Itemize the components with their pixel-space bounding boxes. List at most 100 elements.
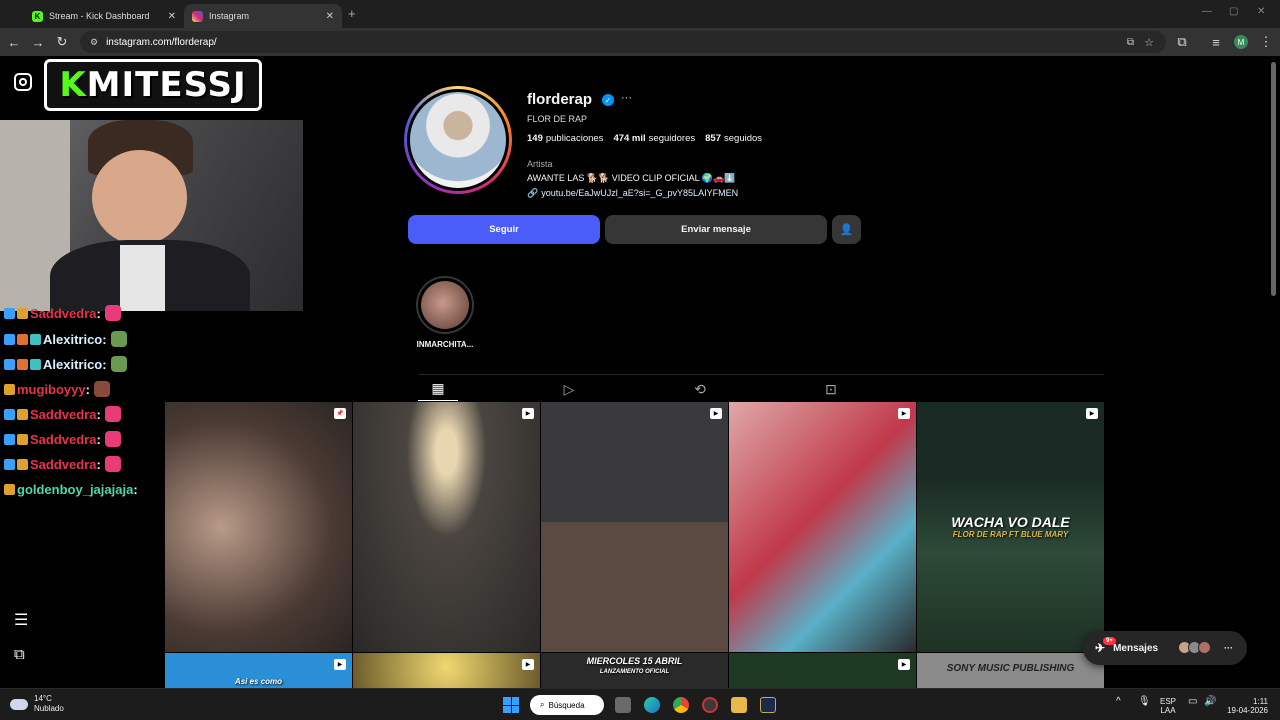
options-icon[interactable]: ···	[621, 92, 632, 104]
tab-posts-grid-icon[interactable]: ▦	[418, 377, 458, 401]
chat-username: Saddvedra	[30, 456, 97, 472]
site-info-icon[interactable]: ⚙	[90, 37, 98, 48]
suggested-users-button[interactable]: 👤	[832, 215, 861, 244]
messages-label: Mensajes	[1113, 642, 1159, 654]
minimize-icon[interactable]: —	[1202, 6, 1212, 17]
badge-icon	[4, 333, 15, 345]
recent-chat-avatars	[1178, 641, 1211, 654]
badge-icon	[17, 358, 28, 370]
streamer-logo: K MITESSJ	[44, 59, 262, 111]
show-hidden-icons[interactable]: ^	[1116, 697, 1121, 707]
post-tile[interactable]: SONY MUSIC PUBLISHING	[917, 653, 1104, 688]
reel-icon: ▶	[710, 408, 722, 419]
tab-reels-icon[interactable]: ▷	[549, 377, 589, 401]
screen: K Stream - Kick Dashboard ✕ Instagram ✕ …	[0, 0, 1280, 720]
chat-username: goldenboy_jajajaja	[17, 481, 134, 497]
profile-full-name: FLOR DE RAP	[527, 114, 588, 124]
reel-icon: ▶	[898, 408, 910, 419]
menu-icon[interactable]: ⋮	[1256, 28, 1276, 56]
post-tile[interactable]: ▶	[353, 402, 540, 652]
microphone-icon[interactable]: 🎙	[1138, 697, 1151, 707]
volume-icon[interactable]: 🔊	[1204, 697, 1216, 707]
browser-tab-bar: K Stream - Kick Dashboard ✕ Instagram ✕ …	[0, 0, 1280, 28]
search-icon: ⌕	[540, 700, 545, 709]
tab-instagram[interactable]: Instagram ✕	[184, 4, 342, 28]
post-tile[interactable]: MIERCOLES 15 ABRIL LANZAMIENTO OFICIAL	[541, 653, 728, 688]
extensions-icon[interactable]: ⧉	[1172, 28, 1192, 56]
reload-icon[interactable]: ↻	[52, 28, 72, 56]
badge-icon	[17, 458, 28, 470]
badge-icon	[17, 408, 28, 420]
post-tile[interactable]: ▶	[729, 402, 916, 652]
close-window-icon[interactable]: ✕	[1257, 6, 1265, 17]
bookmark-star-icon[interactable]: ☆	[1144, 36, 1154, 49]
chat-message: Saddvedra :	[4, 453, 121, 475]
network-icon[interactable]: ▭	[1188, 697, 1197, 707]
post-subcaption: FLOR DE RAP FT BLUE MARY	[952, 530, 1069, 539]
maximize-icon[interactable]: ▢	[1229, 6, 1238, 17]
more-menu-icon[interactable]: ☰	[14, 610, 28, 630]
chrome-icon[interactable]	[673, 697, 689, 713]
install-app-icon[interactable]: ⧉	[1127, 37, 1134, 48]
task-view-icon[interactable]	[615, 697, 631, 713]
verified-badge-icon: ✓	[602, 94, 614, 106]
app-icon[interactable]	[760, 697, 776, 713]
badge-icon	[4, 458, 15, 470]
emote-icon	[110, 356, 127, 372]
tab-tagged-icon[interactable]: ⊡	[811, 377, 851, 401]
close-tab-icon[interactable]: ✕	[326, 11, 334, 22]
emote-icon	[104, 431, 121, 447]
following-stat[interactable]: 857 seguidos	[705, 133, 762, 144]
profile-link[interactable]: 🔗 youtu.be/EaJwUJzl_aE?si=_G_pvY85LAIYFME…	[527, 188, 738, 199]
follow-button[interactable]: Seguir	[408, 215, 600, 244]
close-tab-icon[interactable]: ✕	[168, 11, 176, 22]
weather-widget[interactable]: 14°C Nublado	[10, 694, 64, 714]
story-highlight[interactable]	[416, 276, 474, 334]
profile-tabs: ▦ ▷ ⟲ ⊡	[418, 374, 1104, 402]
post-tile[interactable]: ▶	[353, 653, 540, 688]
file-explorer-icon[interactable]	[731, 697, 747, 713]
profile-picture	[407, 89, 509, 191]
new-tab-icon[interactable]: +	[348, 6, 356, 21]
edge-icon[interactable]	[644, 697, 660, 713]
reel-icon: ▶	[522, 408, 534, 419]
also-from-meta-icon[interactable]: ⧉	[14, 646, 25, 663]
obs-icon[interactable]	[702, 697, 718, 713]
url-text: instagram.com/florderap/	[106, 36, 217, 48]
badge-icon	[4, 358, 15, 370]
taskbar-search[interactable]: ⌕ Búsqueda	[530, 695, 604, 715]
reel-icon: ▶	[522, 659, 534, 670]
instagram-icon	[192, 10, 203, 22]
badge-icon	[4, 483, 15, 495]
post-tile[interactable]: ▶	[541, 402, 728, 652]
badge-icon	[30, 333, 41, 345]
post-tile[interactable]: ▶ WACHA VO DALE FLOR DE RAP FT BLUE MARY	[917, 402, 1104, 652]
badge-icon	[30, 358, 41, 370]
media-controls-icon[interactable]: ≡	[1206, 28, 1226, 56]
post-tile[interactable]: ▶	[729, 653, 916, 688]
followers-stat[interactable]: 474 mil seguidores	[613, 133, 695, 144]
post-tile[interactable]: ▶ Asi es como	[165, 653, 352, 688]
instagram-logo-icon[interactable]	[14, 73, 32, 91]
link-text[interactable]: youtu.be/EaJwUJzl_aE?si=_G_pvY85LAIYFMEN	[541, 188, 738, 198]
chat-username: mugiboyyy	[17, 381, 86, 397]
tab-reposts-icon[interactable]: ⟲	[680, 377, 720, 401]
profile-avatar-story[interactable]	[404, 86, 512, 194]
start-button-icon[interactable]	[503, 697, 519, 713]
back-icon[interactable]: ←	[4, 28, 24, 56]
address-bar[interactable]: ⚙ instagram.com/florderap/ ⧉ ☆	[80, 31, 1166, 53]
page-scrollbar[interactable]	[1271, 62, 1276, 296]
search-label: Búsqueda	[548, 700, 585, 710]
send-message-button[interactable]: Enviar mensaje	[605, 215, 827, 244]
kick-icon: K	[32, 10, 43, 22]
badge-icon	[4, 408, 15, 420]
forward-icon[interactable]: →	[28, 28, 48, 56]
language-indicator[interactable]: ESP LAA	[1160, 697, 1176, 715]
post-tile[interactable]: 📌	[165, 402, 352, 652]
tab-kick-dashboard[interactable]: K Stream - Kick Dashboard ✕	[24, 4, 184, 28]
messages-button[interactable]: ✈ 9+ Mensajes ···	[1083, 631, 1247, 665]
badge-icon	[17, 307, 28, 319]
profile-avatar[interactable]: M	[1234, 35, 1248, 49]
emote-icon	[104, 305, 121, 321]
clock[interactable]: 1:11 19-04-2026	[1224, 697, 1268, 715]
